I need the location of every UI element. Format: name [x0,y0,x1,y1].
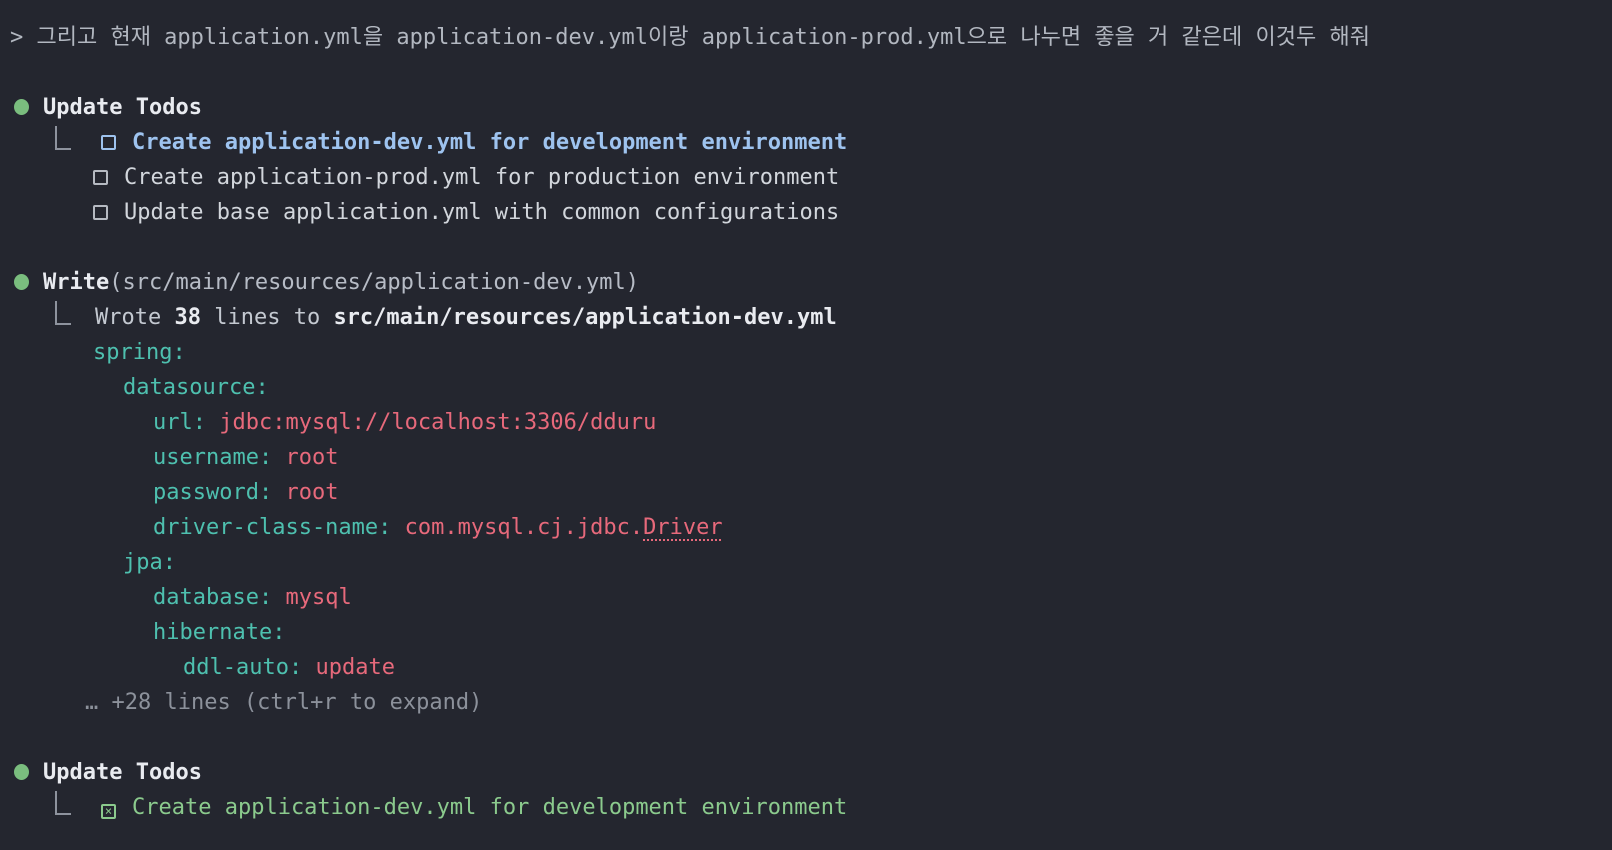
tool-bullet-icon [14,274,29,290]
tool-name: Update Todos [43,760,202,785]
tool-call-update-todos: Update Todos [0,90,1612,125]
yaml-key: ddl-auto: [183,655,303,680]
result-text: Wrote [95,305,175,330]
yaml-line: ddl-auto: update [0,650,1612,685]
todo-label: Create application-prod.yml for producti… [124,165,840,190]
tool-call-update-todos: Update Todos [0,755,1612,790]
yaml-key: datasource: [123,375,269,400]
checkbox-unchecked-icon [101,135,116,150]
user-prompt: > 그리고 현재 application.yml을 application-de… [0,20,1612,55]
yaml-key: spring: [93,340,186,365]
yaml-value: jdbc:mysql://localhost:3306/dduru [205,410,657,435]
todo-label: Create application-dev.yml for developme… [132,795,848,820]
yaml-value-misspelled: Driver [643,515,723,540]
yaml-key: username: [153,445,273,470]
tool-bullet-icon [14,99,29,115]
connector-icon [55,791,71,815]
connector-icon [55,301,71,325]
yaml-key: password: [153,480,273,505]
yaml-key: url: [153,410,206,435]
yaml-value: com.mysql.cj.jdbc. [391,515,644,540]
tool-name: Write [43,270,110,295]
yaml-line: password: root [0,475,1612,510]
result-text: lines to [200,305,334,330]
yaml-line: jpa: [0,545,1612,580]
yaml-key: driver-class-name: [153,515,392,540]
yaml-value: root [272,480,339,505]
todo-label: Create application-dev.yml for developme… [132,130,848,155]
checkbox-unchecked-icon [93,205,108,220]
todo-item: Create application-prod.yml for producti… [0,160,1612,195]
yaml-line: username: root [0,440,1612,475]
yaml-line: database: mysql [0,580,1612,615]
todo-item-active: Create application-dev.yml for developme… [0,125,1612,160]
tool-bullet-icon [14,764,29,780]
yaml-line: url: jdbc:mysql://localhost:3306/dduru [0,405,1612,440]
checkbox-checked-icon: × [101,803,116,819]
line-count: 38 [174,305,201,330]
yaml-line: driver-class-name: com.mysql.cj.jdbc.Dri… [0,510,1612,545]
yaml-line: spring: [0,335,1612,370]
terminal-output: > 그리고 현재 application.yml을 application-de… [0,0,1612,850]
file-path: src/main/resources/application-dev.yml [333,305,837,330]
yaml-value: mysql [272,585,352,610]
prompt-text: > 그리고 현재 application.yml을 application-de… [10,25,1370,50]
tool-result-wrote: Wrote 38 lines to src/main/resources/app… [0,300,1612,335]
collapsed-hint: … +28 lines (ctrl+r to expand) [85,690,483,715]
tool-name: Update Todos [43,95,202,120]
yaml-line: hibernate: [0,615,1612,650]
yaml-value: update [302,655,395,680]
todo-item-completed: × Create application-dev.yml for developm… [0,790,1612,825]
yaml-key: hibernate: [153,620,286,645]
connector-icon [55,126,71,150]
collapsed-lines-indicator: … +28 lines (ctrl+r to expand) [0,685,1612,720]
yaml-key: database: [153,585,273,610]
yaml-key: jpa: [123,550,176,575]
tool-args: (src/main/resources/application-dev.yml) [109,270,640,295]
checkbox-unchecked-icon [93,170,108,185]
yaml-value: root [272,445,339,470]
todo-label: Update base application.yml with common … [124,200,840,225]
tool-call-write: Write(src/main/resources/application-dev… [0,265,1612,300]
yaml-line: datasource: [0,370,1612,405]
todo-item: Update base application.yml with common … [0,195,1612,230]
